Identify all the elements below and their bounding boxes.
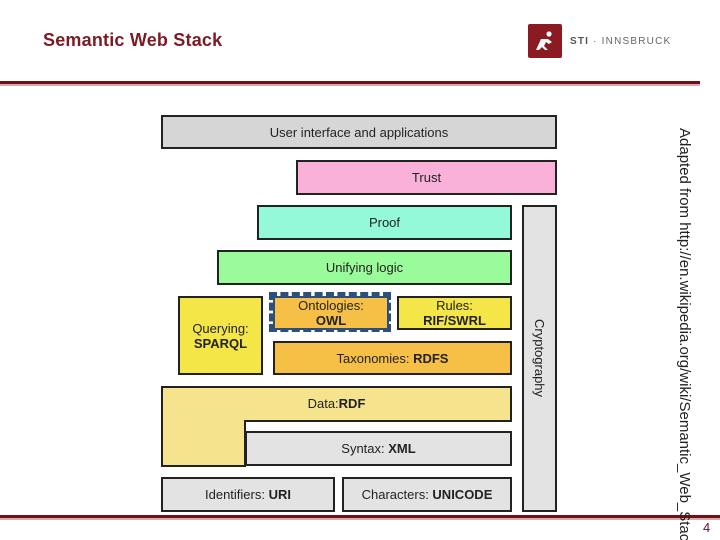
layer-syntax-tech: XML [388, 441, 416, 456]
layer-identifiers-label: Identifiers: [205, 487, 269, 502]
layer-rules-tech: RIF/SWRL [423, 313, 486, 328]
source-attribution: Adapted from http://en.wikipedia.org/wik… [676, 128, 693, 540]
layer-proof-label: Proof [368, 215, 401, 230]
layer-characters: Characters: UNICODE [342, 477, 512, 512]
layer-cryptography-label: Cryptography [532, 319, 547, 398]
header-rule-shadow [0, 84, 700, 86]
layer-syntax: Syntax: XML [245, 431, 512, 466]
sti-innsbruck-logo: STI · INNSBRUCK [528, 24, 671, 58]
layer-identifiers-tech: URI [268, 487, 291, 502]
layer-rules-label: Rules: [436, 298, 473, 313]
layer-user-interface-label: User interface and applications [269, 124, 449, 140]
logo-brand-bold: STI [570, 35, 590, 47]
layer-data-label: Data: [307, 396, 339, 411]
layer-ontologies: Ontologies: OWL [273, 296, 389, 330]
slide-title: Semantic Web Stack [43, 30, 223, 50]
layer-querying-tech: SPARQL [193, 335, 248, 351]
layer-unifying-logic: Unifying logic [217, 250, 512, 285]
layer-trust-label: Trust [411, 170, 442, 185]
layer-characters-tech: UNICODE [432, 487, 493, 502]
layer-cryptography: Cryptography [522, 205, 557, 512]
layer-data-tech: RDF [338, 396, 366, 411]
layer-querying: Querying: SPARQL [178, 296, 263, 375]
layer-syntax-label: Syntax: [341, 441, 389, 456]
layer-querying-label: Querying: [192, 320, 249, 336]
layer-taxonomies-label: Taxonomies: [336, 350, 414, 366]
layer-characters-label: Characters: [361, 487, 433, 502]
sti-runner-icon [528, 24, 562, 58]
layer-proof: Proof [257, 205, 512, 240]
logo-separator: · [589, 35, 602, 47]
layer-taxonomies-tech: RDFS [413, 350, 449, 366]
layer-unifying-logic-label: Unifying logic [325, 260, 404, 275]
layer-user-interface: User interface and applications [161, 115, 557, 149]
logo-brand-rest: INNSBRUCK [601, 35, 672, 47]
footer-rule-shadow [0, 518, 720, 520]
layer-ontologies-tech: OWL [315, 313, 347, 328]
layer-ontologies-label: Ontologies: [298, 298, 364, 313]
logo-text: STI · INNSBRUCK [570, 36, 671, 47]
layer-taxonomies: Taxonomies: RDFS [273, 341, 512, 375]
layer-trust: Trust [296, 160, 557, 195]
page-number: 4 [703, 520, 711, 535]
layer-identifiers: Identifiers: URI [161, 477, 335, 512]
layer-rules: Rules: RIF/SWRL [397, 296, 512, 330]
